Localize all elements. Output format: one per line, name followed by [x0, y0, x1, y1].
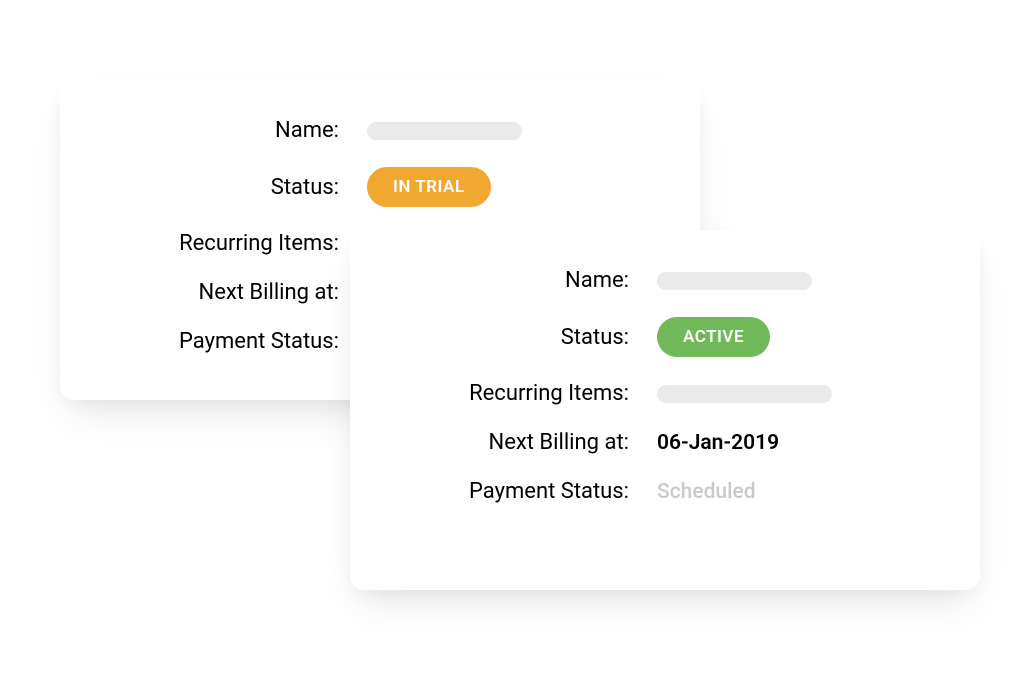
label-payment-status: Payment Status: — [102, 329, 367, 354]
value-next-billing: 06-Jan-2019 — [657, 431, 779, 455]
label-recurring: Recurring Items: — [102, 231, 367, 256]
placeholder-bar — [367, 122, 522, 140]
status-badge-active: ACTIVE — [657, 317, 770, 357]
label-name: Name: — [102, 118, 367, 143]
label-payment-status: Payment Status: — [392, 479, 657, 504]
field-row-name: Name: — [392, 268, 938, 293]
subscription-card-active: Name: Status: ACTIVE Recurring Items: Ne… — [350, 230, 980, 590]
label-next-billing: Next Billing at: — [102, 280, 367, 305]
field-row-status: Status: IN TRIAL — [102, 167, 658, 207]
label-status: Status: — [102, 175, 367, 200]
value-name — [657, 272, 812, 290]
value-name — [367, 122, 522, 140]
value-status: ACTIVE — [657, 317, 770, 357]
field-row-status: Status: ACTIVE — [392, 317, 938, 357]
payment-status-text: Scheduled — [657, 480, 756, 504]
label-status: Status: — [392, 325, 657, 350]
value-status: IN TRIAL — [367, 167, 491, 207]
value-payment-status: Scheduled — [657, 480, 756, 504]
field-row-next-billing: Next Billing at: 06-Jan-2019 — [392, 430, 938, 455]
placeholder-bar — [657, 272, 812, 290]
status-badge-trial: IN TRIAL — [367, 167, 491, 207]
field-row-payment-status: Payment Status: Scheduled — [392, 479, 938, 504]
label-next-billing: Next Billing at: — [392, 430, 657, 455]
placeholder-bar — [657, 385, 832, 403]
value-recurring — [657, 385, 832, 403]
field-row-name: Name: — [102, 118, 658, 143]
label-name: Name: — [392, 268, 657, 293]
field-row-recurring: Recurring Items: — [392, 381, 938, 406]
next-billing-date: 06-Jan-2019 — [657, 431, 779, 455]
label-recurring: Recurring Items: — [392, 381, 657, 406]
